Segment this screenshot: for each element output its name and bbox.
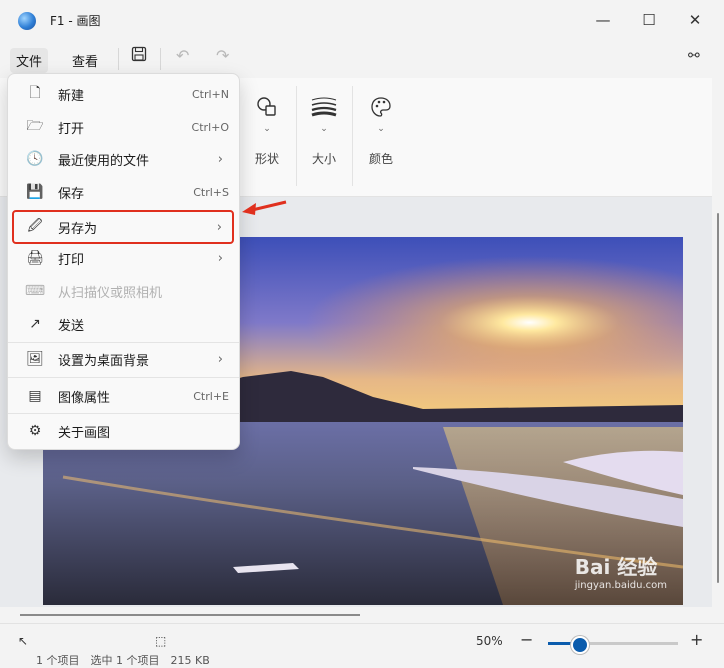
redo-icon[interactable]: ↷ <box>216 46 229 65</box>
share-icon: ↗ <box>29 316 41 332</box>
scroll-thumb[interactable] <box>717 213 719 583</box>
menu-item-label: 图像属性 <box>58 390 111 406</box>
chevron-down-icon: ⌄ <box>263 124 271 134</box>
menu-view[interactable]: 查看 <box>66 48 104 73</box>
zoom-in-button[interactable]: + <box>690 630 703 649</box>
menu-item-label: 打印 <box>58 252 85 268</box>
annotation-arrow <box>242 200 287 215</box>
shortcut-text: Ctrl+E <box>193 389 229 403</box>
zoom-slider-thumb[interactable] <box>570 636 589 654</box>
zoom-level: 50% <box>476 634 503 648</box>
menu-item-new[interactable]: 🗋 新建 Ctrl+N <box>14 79 233 109</box>
menu-item-scanner: ⌨ 从扫描仪或照相机 <box>14 276 233 306</box>
new-file-icon: 🗋 <box>29 85 41 101</box>
file-menu: 🗋 新建 Ctrl+N 🗁 打开 Ctrl+O 🕓 最近使用的文件 › 💾 保存… <box>7 73 240 450</box>
chevron-right-icon: › <box>217 351 223 367</box>
divider <box>296 86 297 186</box>
zoom-out-button[interactable]: − <box>520 630 533 649</box>
colors-tool[interactable]: ⌄ 颜色 <box>356 96 406 167</box>
watermark-brand: Bai 经验 <box>574 555 658 579</box>
undo-icon[interactable]: ↶ <box>176 46 189 65</box>
scroll-thumb[interactable] <box>20 614 360 616</box>
size-label: 大小 <box>311 152 336 166</box>
chevron-right-icon: › <box>217 151 223 167</box>
menu-item-label: 打开 <box>58 121 85 137</box>
title-bar: F1 - 画图 — ☐ ✕ <box>0 0 724 40</box>
menu-item-label: 另存为 <box>58 221 98 237</box>
chevron-down-icon: ⌄ <box>320 124 328 134</box>
paint-app-icon <box>18 12 36 30</box>
shortcut-text: Ctrl+O <box>191 120 229 134</box>
save-icon: 💾 <box>26 184 44 200</box>
menu-item-open[interactable]: 🗁 打开 Ctrl+O <box>14 112 233 142</box>
close-button[interactable]: ✕ <box>672 6 718 34</box>
chevron-right-icon: › <box>217 250 223 266</box>
menu-item-label: 关于画图 <box>58 425 111 441</box>
maximize-button[interactable]: ☐ <box>626 6 672 34</box>
divider <box>352 86 353 186</box>
menu-item-send[interactable]: ↗ 发送 <box>14 309 233 339</box>
gear-icon: ⚙ <box>28 423 42 439</box>
save-as-icon: 🖉 <box>27 218 43 234</box>
shortcut-text: Ctrl+N <box>191 87 229 101</box>
menu-item-set-wallpaper[interactable]: 🖼 设置为桌面背景 › <box>14 344 233 374</box>
minimize-button[interactable]: — <box>580 6 626 34</box>
menu-item-save-as[interactable]: 🖉 另存为 › <box>12 210 234 244</box>
baidu-watermark: Bai 经验 jingyan.baidu.com <box>575 551 667 591</box>
colors-label: 颜色 <box>368 152 393 166</box>
zoom-slider[interactable] <box>548 636 678 654</box>
menu-item-print[interactable]: 🖨 打印 › <box>14 243 233 273</box>
divider <box>8 377 239 378</box>
menu-item-label: 保存 <box>58 186 85 202</box>
shortcut-text: Ctrl+S <box>193 185 229 199</box>
printer-icon: 🖨 <box>26 250 44 266</box>
menu-item-save[interactable]: 💾 保存 Ctrl+S <box>14 177 233 207</box>
image-properties-icon: ▤ <box>28 388 42 404</box>
save-icon[interactable] <box>131 46 147 66</box>
horizontal-scrollbar[interactable] <box>0 607 712 623</box>
wallpaper-icon: 🖼 <box>26 351 44 367</box>
clock-icon: 🕓 <box>26 151 44 167</box>
divider <box>8 342 239 343</box>
menu-item-recent[interactable]: 🕓 最近使用的文件 › <box>14 144 233 174</box>
menu-item-label: 新建 <box>58 88 85 104</box>
palette-icon <box>356 96 406 124</box>
folder-open-icon: 🗁 <box>26 118 44 134</box>
chevron-down-icon: ⌄ <box>377 124 385 134</box>
size-tool[interactable]: ⌄ 大小 <box>299 96 349 167</box>
divider <box>118 48 119 70</box>
menu-item-label: 发送 <box>58 318 85 334</box>
shapes-icon <box>242 96 292 124</box>
collaborate-icon[interactable]: ⚯ <box>688 48 700 64</box>
menu-file[interactable]: 文件 <box>10 48 49 73</box>
selection-size-icon: ⬚ <box>155 634 167 648</box>
chevron-right-icon: › <box>216 219 222 235</box>
menu-item-about[interactable]: ⚙ 关于画图 <box>14 416 233 446</box>
cursor-position-icon: ↖ <box>18 634 29 648</box>
explorer-status-text: 1 个项目 选中 1 个项目 215 KB <box>36 654 210 667</box>
menu-item-image-properties[interactable]: ▤ 图像属性 Ctrl+E <box>14 381 233 411</box>
shapes-label: 形状 <box>254 152 279 166</box>
line-width-icon <box>299 96 349 124</box>
scanner-icon: ⌨ <box>24 283 46 299</box>
window-title: F1 - 画图 <box>50 14 101 28</box>
menu-item-label: 设置为桌面背景 <box>58 353 150 369</box>
divider <box>160 48 161 70</box>
divider <box>8 413 239 414</box>
menu-item-label: 从扫描仪或照相机 <box>58 285 163 301</box>
watermark-url: jingyan.baidu.com <box>574 580 667 591</box>
shapes-tool[interactable]: ⌄ 形状 <box>242 96 292 167</box>
menu-item-label: 最近使用的文件 <box>58 153 150 169</box>
vertical-scrollbar[interactable] <box>712 197 724 607</box>
